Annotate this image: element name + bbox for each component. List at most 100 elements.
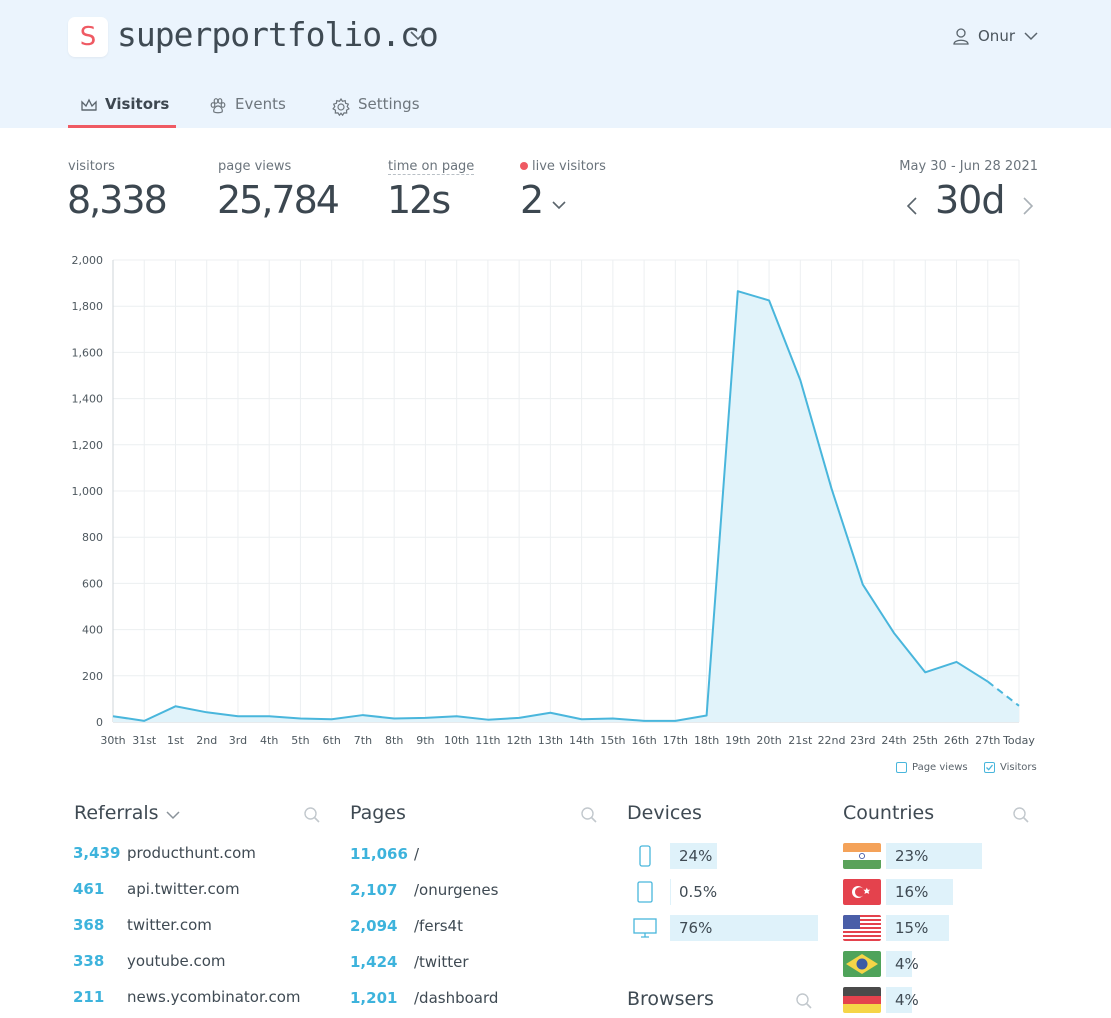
chevron-down-icon[interactable] — [551, 200, 567, 211]
time-on-page-label[interactable]: time on page — [388, 159, 475, 175]
legend-visitors[interactable]: Visitors — [984, 762, 1037, 773]
country-bar[interactable]: 16% — [886, 879, 1036, 905]
x-tick-label: 17th — [663, 734, 688, 747]
chevron-right-icon[interactable] — [1021, 196, 1035, 216]
x-tick-label: 6th — [323, 734, 341, 747]
x-tick-label: Today — [1002, 734, 1035, 747]
brazil-flag-icon — [843, 951, 881, 977]
country-bar[interactable]: 23% — [886, 843, 1036, 869]
list-item[interactable]: 368 twitter.com — [73, 916, 212, 934]
pageviews-value: 25,784 — [217, 178, 340, 222]
list-item[interactable]: 3,439 producthunt.com — [73, 844, 256, 862]
list-item[interactable]: 2,094 /fers4t — [350, 917, 463, 935]
legend-pageviews[interactable]: Page views — [896, 762, 968, 773]
list-item[interactable]: 2,107 /onurgenes — [350, 881, 498, 899]
site-logo[interactable]: S — [68, 17, 108, 57]
checkbox-unchecked-icon[interactable] — [896, 762, 907, 773]
y-tick-label: 1,000 — [72, 485, 104, 498]
list-item[interactable]: 11,066 / — [350, 845, 419, 863]
page-count: 2,094 — [350, 917, 398, 935]
list-item[interactable]: 211 news.ycombinator.com — [73, 988, 301, 1006]
tab-events[interactable]: Events — [209, 95, 286, 128]
list-item[interactable]: 461 api.twitter.com — [73, 880, 240, 898]
y-tick-label: 200 — [82, 670, 103, 683]
y-tick-label: 1,400 — [72, 393, 104, 406]
x-tick-label: 22nd — [818, 734, 846, 747]
referral-source: youtube.com — [127, 952, 226, 970]
checkbox-checked-icon[interactable] — [984, 762, 995, 773]
chevron-down-icon[interactable] — [409, 30, 427, 42]
country-pct: 4% — [895, 955, 919, 973]
page-count: 1,424 — [350, 953, 398, 971]
x-tick-label: 24th — [881, 734, 906, 747]
referral-count: 368 — [73, 916, 105, 934]
country-bar[interactable]: 4% — [886, 951, 1036, 977]
x-tick-label: 12th — [506, 734, 531, 747]
device-bar[interactable]: 24% — [670, 843, 830, 869]
search-icon[interactable] — [580, 806, 598, 824]
crown-icon — [81, 98, 97, 111]
device-bar[interactable]: 76% — [670, 915, 830, 941]
period-selector[interactable]: 30d — [935, 178, 1005, 222]
country-pct: 15% — [895, 919, 929, 937]
referrals-title-text: Referrals — [74, 802, 159, 824]
devices-title: Devices — [627, 802, 702, 824]
x-tick-label: 25th — [913, 734, 938, 747]
country-pct: 4% — [895, 991, 919, 1009]
x-tick-label: 1st — [167, 734, 185, 747]
page-path: /dashboard — [414, 989, 499, 1007]
x-tick-label: 7th — [354, 734, 372, 747]
gear-icon — [332, 98, 350, 116]
tab-settings[interactable]: Settings — [332, 95, 420, 128]
country-bar[interactable]: 15% — [886, 915, 1036, 941]
time-on-page-value: 12s — [387, 178, 451, 222]
date-range: May 30 - Jun 28 2021 — [899, 159, 1038, 174]
x-tick-label: 31st — [132, 734, 157, 747]
page-count: 11,066 — [350, 845, 408, 863]
tablet-icon — [637, 881, 653, 903]
referral-count: 338 — [73, 952, 105, 970]
country-pct: 16% — [895, 883, 929, 901]
chevron-down-icon — [1024, 32, 1038, 41]
list-item[interactable]: 338 youtube.com — [73, 952, 226, 970]
visitors-area — [113, 291, 1019, 722]
visitors-chart[interactable]: 0 200 400 600 800 1,000 1,200 1,400 1,600 1,800 2,… — [0, 240, 1111, 760]
page-path: /onurgenes — [414, 881, 499, 899]
legend-label: Page views — [912, 762, 968, 773]
x-tick-label: 10th — [444, 734, 469, 747]
y-tick-label: 1,600 — [72, 346, 104, 359]
page-path: / — [414, 845, 420, 863]
chevron-left-icon[interactable] — [905, 196, 919, 216]
india-flag-icon — [843, 843, 881, 869]
user-menu[interactable]: Onur — [952, 27, 1039, 45]
search-icon[interactable] — [303, 806, 321, 824]
y-tick-label: 0 — [96, 716, 103, 729]
device-bar[interactable]: 0.5% — [670, 879, 830, 905]
y-tick-label: 800 — [82, 531, 103, 544]
x-tick-label: 2nd — [196, 734, 217, 747]
pages-title: Pages — [350, 802, 406, 824]
paw-icon — [210, 98, 226, 114]
device-pct: 0.5% — [679, 883, 718, 901]
x-tick-label: 21st — [788, 734, 813, 747]
tab-visitors[interactable]: Visitors — [68, 95, 176, 128]
search-icon[interactable] — [1012, 806, 1030, 824]
list-item[interactable]: 1,201 /dashboard — [350, 989, 498, 1007]
y-tick-label: 400 — [82, 624, 103, 637]
tab-label: Visitors — [105, 95, 170, 113]
referral-count: 3,439 — [73, 844, 121, 862]
site-selector[interactable]: superportfolio.co — [117, 15, 439, 54]
chevron-down-icon[interactable] — [165, 810, 181, 821]
x-tick-label: 15th — [600, 734, 625, 747]
country-bar[interactable]: 4% — [886, 987, 1036, 1013]
user-name: Onur — [978, 27, 1015, 45]
list-item[interactable]: 1,424 /twitter — [350, 953, 469, 971]
search-icon[interactable] — [795, 992, 813, 1010]
x-tick-label: 4th — [260, 734, 278, 747]
x-tick-label: 14th — [569, 734, 594, 747]
referral-count: 461 — [73, 880, 105, 898]
user-icon — [953, 28, 969, 45]
x-tick-label: 11th — [475, 734, 500, 747]
referrals-title[interactable]: Referrals — [74, 802, 159, 824]
live-visitors-value[interactable]: 2 — [520, 178, 544, 222]
